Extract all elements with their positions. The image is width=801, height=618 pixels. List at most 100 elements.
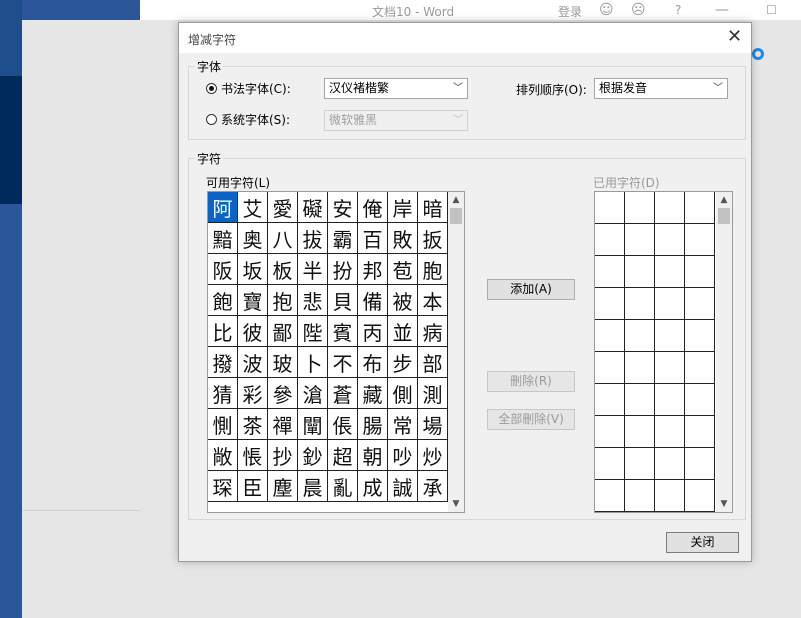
character-cell[interactable]: 奥 [238,223,268,254]
used-characters-list[interactable]: ▲ ▼ [594,191,733,513]
login-link[interactable]: 登录 [558,3,582,20]
character-cell[interactable]: 敗 [388,223,418,254]
used-scrollbar[interactable]: ▲ ▼ [716,192,732,512]
character-cell[interactable]: 猜 [208,378,238,409]
character-cell[interactable]: 岸 [388,192,418,223]
scroll-up-icon[interactable]: ▲ [448,192,464,208]
scroll-down-icon[interactable]: ▼ [716,496,732,512]
used-character-cell[interactable] [625,320,655,352]
character-cell[interactable]: 黯 [208,223,238,254]
maximize-icon[interactable]: ☐ [766,3,777,17]
character-cell[interactable]: 霸 [328,223,358,254]
used-character-cell[interactable] [625,288,655,320]
used-character-cell[interactable] [685,352,715,384]
character-cell[interactable]: 板 [268,254,298,285]
available-scrollbar[interactable]: ▲ ▼ [448,192,464,512]
used-character-cell[interactable] [595,352,625,384]
character-cell[interactable]: 苞 [388,254,418,285]
character-cell[interactable]: 阿 [208,192,238,223]
character-cell[interactable]: 丙 [358,316,388,347]
character-cell[interactable]: 扮 [328,254,358,285]
character-cell[interactable]: 波 [238,347,268,378]
character-cell[interactable]: 病 [418,316,448,347]
close-button[interactable]: 关闭 [666,532,739,553]
character-cell[interactable]: 布 [358,347,388,378]
sort-order-select[interactable]: 根据发音 ﹀ [594,78,728,99]
used-character-cell[interactable] [655,448,685,480]
character-cell[interactable]: 悵 [238,440,268,471]
character-cell[interactable]: 吵 [388,440,418,471]
used-character-cell[interactable] [685,448,715,480]
used-character-cell[interactable] [625,384,655,416]
character-cell[interactable]: 百 [358,223,388,254]
character-cell[interactable]: 本 [418,285,448,316]
character-cell[interactable]: 彩 [238,378,268,409]
character-cell[interactable]: 礙 [298,192,328,223]
available-characters-list[interactable]: 阿艾愛礙安俺岸暗黯奥八拔霸百敗扳阪坂板半扮邦苞胞飽寶抱悲貝備被本比彼鄙陛賓丙並病… [207,191,465,513]
used-character-cell[interactable] [655,320,685,352]
character-cell[interactable]: 蒼 [328,378,358,409]
used-character-cell[interactable] [685,224,715,256]
used-character-cell[interactable] [685,416,715,448]
character-cell[interactable]: 晨 [298,471,328,502]
character-cell[interactable]: 卜 [298,347,328,378]
character-cell[interactable]: 愛 [268,192,298,223]
used-character-cell[interactable] [655,352,685,384]
character-cell[interactable]: 玻 [268,347,298,378]
character-cell[interactable]: 亂 [328,471,358,502]
character-cell[interactable]: 抄 [268,440,298,471]
add-button[interactable]: 添加(A) [487,279,575,300]
character-cell[interactable]: 艾 [238,192,268,223]
character-cell[interactable]: 滄 [298,378,328,409]
character-cell[interactable]: 闡 [298,409,328,440]
character-cell[interactable]: 部 [418,347,448,378]
character-cell[interactable]: 邦 [358,254,388,285]
character-cell[interactable]: 惻 [208,409,238,440]
character-cell[interactable]: 鈔 [298,440,328,471]
used-character-cell[interactable] [655,224,685,256]
used-character-cell[interactable] [595,448,625,480]
character-cell[interactable]: 安 [328,192,358,223]
character-cell[interactable]: 扳 [418,223,448,254]
character-cell[interactable]: 誠 [388,471,418,502]
character-cell[interactable]: 琛 [208,471,238,502]
character-cell[interactable]: 坂 [238,254,268,285]
used-character-cell[interactable] [595,320,625,352]
used-character-cell[interactable] [595,256,625,288]
calligraphy-font-radio[interactable]: 书法字体(C): [206,80,291,97]
help-icon[interactable]: ? [675,3,681,17]
used-character-cell[interactable] [685,288,715,320]
character-cell[interactable]: 側 [388,378,418,409]
character-cell[interactable]: 比 [208,316,238,347]
minimize-icon[interactable]: — [715,2,729,18]
used-character-cell[interactable] [625,480,655,512]
used-character-cell[interactable] [655,192,685,224]
character-cell[interactable]: 測 [418,378,448,409]
used-character-cell[interactable] [625,352,655,384]
used-character-cell[interactable] [595,192,625,224]
character-cell[interactable]: 臣 [238,471,268,502]
system-font-radio[interactable]: 系统字体(S): [206,111,290,128]
calligraphy-font-select[interactable]: 汉仪褚楷繁 ﹀ [324,78,468,99]
character-cell[interactable]: 藏 [358,378,388,409]
used-character-cell[interactable] [685,192,715,224]
character-cell[interactable]: 茶 [238,409,268,440]
character-cell[interactable]: 倀 [328,409,358,440]
character-cell[interactable]: 敞 [208,440,238,471]
used-character-cell[interactable] [655,288,685,320]
character-cell[interactable]: 承 [418,471,448,502]
scroll-down-icon[interactable]: ▼ [448,496,464,512]
character-cell[interactable]: 撥 [208,347,238,378]
smile-icon[interactable]: ☺ [599,2,614,18]
used-character-cell[interactable] [625,416,655,448]
used-character-cell[interactable] [625,448,655,480]
character-cell[interactable]: 鄙 [268,316,298,347]
character-cell[interactable]: 飽 [208,285,238,316]
used-character-cell[interactable] [655,256,685,288]
used-character-cell[interactable] [655,480,685,512]
character-cell[interactable]: 腸 [358,409,388,440]
used-character-cell[interactable] [595,480,625,512]
character-cell[interactable]: 俺 [358,192,388,223]
character-cell[interactable]: 阪 [208,254,238,285]
character-cell[interactable]: 並 [388,316,418,347]
